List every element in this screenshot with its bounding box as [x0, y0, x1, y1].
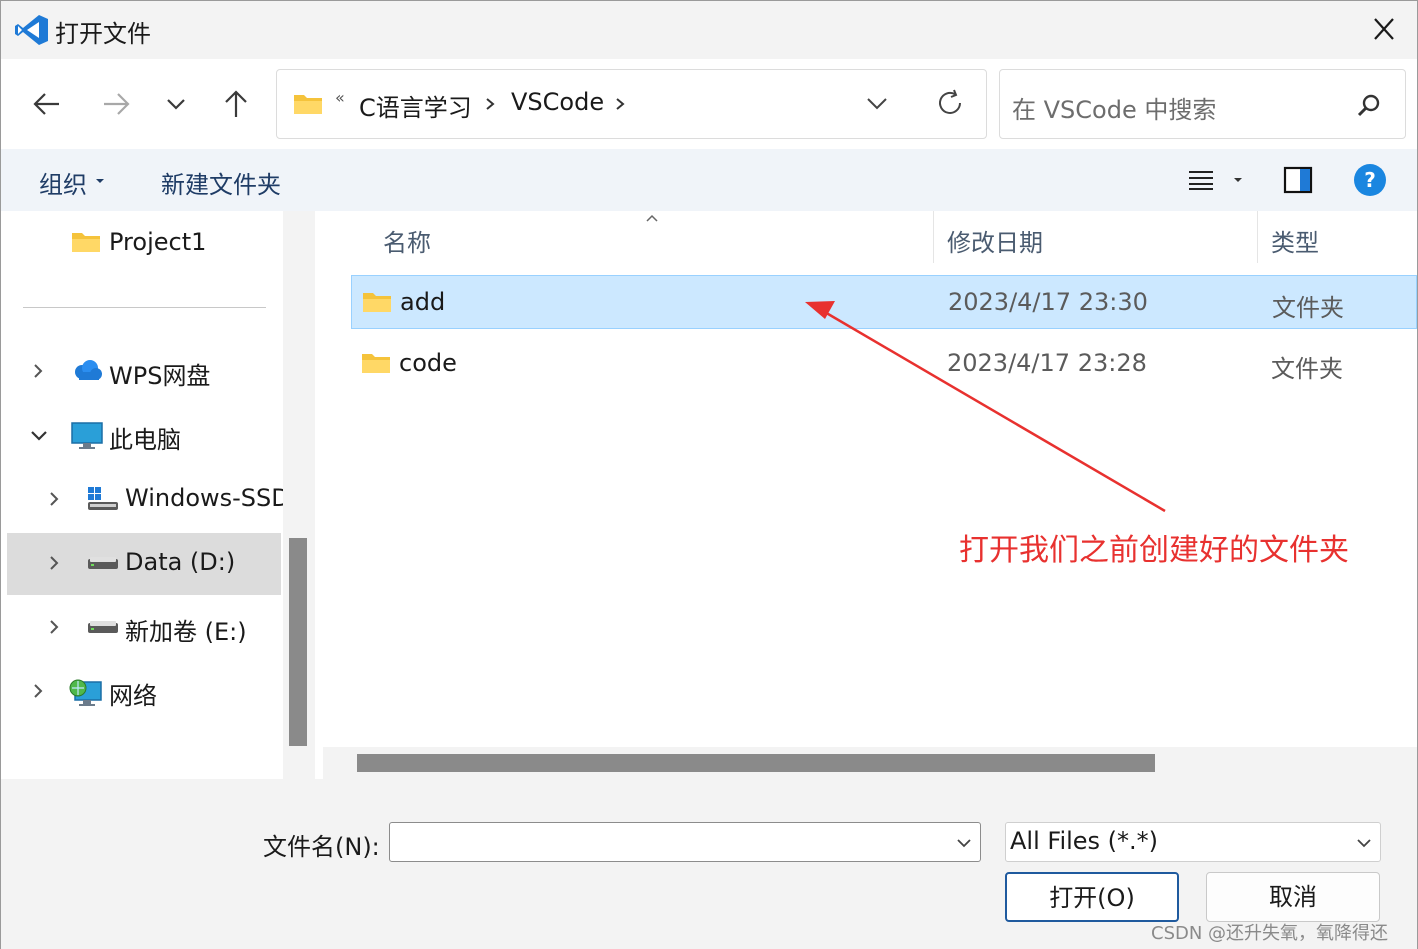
- file-type: 文件夹: [1272, 294, 1344, 322]
- chevron-right-icon[interactable]: [31, 679, 45, 703]
- help-icon[interactable]: ?: [1353, 163, 1387, 197]
- chevron-right-icon[interactable]: [47, 551, 61, 575]
- file-date: 2023/4/17 23:30: [948, 288, 1148, 316]
- sidebar-item-new-volume-e[interactable]: 新加卷 (E:): [7, 597, 281, 659]
- column-header-type[interactable]: 类型: [1271, 223, 1319, 258]
- new-folder-button[interactable]: 新建文件夹: [161, 165, 281, 200]
- view-list-icon[interactable]: [1187, 169, 1215, 191]
- file-date: 2023/4/17 23:28: [947, 349, 1147, 377]
- filename-label: 文件名(N):: [263, 833, 380, 861]
- file-row-add[interactable]: add 2023/4/17 23:30 文件夹: [351, 275, 1417, 329]
- chevron-right-icon[interactable]: [47, 615, 61, 639]
- sidebar-item-label: WPS网盘: [109, 362, 211, 390]
- sidebar-item-label: 此电脑: [109, 426, 181, 454]
- sidebar-item-data-d[interactable]: Data (D:): [7, 533, 281, 595]
- chevron-right-icon[interactable]: [613, 91, 627, 117]
- caret-down-icon[interactable]: [95, 177, 105, 185]
- sidebar-item-label: Project1: [109, 228, 207, 256]
- drive-icon: [88, 621, 118, 633]
- sidebar-item-wps-cloud[interactable]: WPS网盘: [7, 341, 281, 403]
- organize-button[interactable]: 组织: [39, 165, 87, 200]
- search-box[interactable]: 在 VSCode 中搜索: [999, 69, 1406, 139]
- computer-icon: [71, 422, 103, 449]
- file-name: add: [400, 288, 446, 316]
- file-type-filter[interactable]: All Files (*.*): [1005, 822, 1381, 862]
- file-type: 文件夹: [1271, 355, 1343, 383]
- open-file-dialog: 打开文件 « C语言学习 VSCode 在 VSCode 中搜索 组织 新建文件…: [0, 0, 1418, 949]
- sidebar-item-label: 网络: [109, 682, 157, 710]
- chevron-right-icon[interactable]: [47, 487, 61, 511]
- preview-pane-icon[interactable]: [1283, 166, 1313, 194]
- vscode-icon: [15, 15, 48, 45]
- svg-text:?: ?: [1364, 168, 1376, 192]
- command-bar: 组织 新建文件夹 ?: [1, 149, 1417, 211]
- column-header-name[interactable]: 名称: [383, 223, 431, 258]
- chevron-down-icon[interactable]: [29, 423, 49, 447]
- folder-icon: [294, 95, 322, 114]
- title-bar: 打开文件: [1, 1, 1417, 59]
- sidebar-item-this-pc[interactable]: 此电脑: [7, 405, 281, 467]
- search-input[interactable]: 在 VSCode 中搜索: [1012, 90, 1216, 125]
- sidebar-item-label: Data (D:): [125, 548, 236, 576]
- watermark: CSDN @还升失氧，氧降得还: [1151, 923, 1389, 944]
- caret-down-icon[interactable]: [1233, 176, 1243, 184]
- recent-locations-chevron-icon[interactable]: [159, 89, 193, 119]
- chevron-down-icon[interactable]: [865, 94, 889, 112]
- breadcrumb-item[interactable]: C语言学习: [359, 88, 472, 123]
- network-icon: [69, 679, 102, 706]
- divider: [23, 307, 266, 308]
- column-divider[interactable]: [933, 211, 934, 263]
- folder-icon: [362, 354, 390, 373]
- forward-arrow-icon[interactable]: [99, 89, 133, 119]
- filename-input[interactable]: [389, 822, 981, 862]
- chevron-down-icon[interactable]: [1356, 837, 1372, 849]
- sidebar-item-label: Windows-SSD: [125, 484, 283, 512]
- list-horizontal-scrollbar-thumb[interactable]: [357, 754, 1155, 772]
- sidebar-item-label: 新加卷 (E:): [125, 618, 247, 646]
- open-button[interactable]: 打开(O): [1005, 872, 1179, 922]
- column-header-date[interactable]: 修改日期: [947, 223, 1043, 258]
- chevron-right-icon[interactable]: [31, 359, 45, 383]
- back-arrow-icon[interactable]: [31, 89, 65, 119]
- sidebar-item-network[interactable]: 网络: [7, 661, 281, 723]
- up-arrow-icon[interactable]: [219, 89, 253, 119]
- sort-ascending-icon[interactable]: [645, 213, 659, 223]
- close-icon[interactable]: [1366, 15, 1402, 45]
- cancel-button[interactable]: 取消: [1206, 872, 1380, 922]
- breadcrumb-item[interactable]: VSCode: [511, 88, 604, 116]
- sidebar-item-project1[interactable]: Project1: [7, 213, 281, 275]
- drive-icon: [88, 557, 118, 569]
- cloud-icon: [75, 360, 102, 380]
- file-list[interactable]: 名称 修改日期 类型 add 2023/4/17 23:30 文件夹 code …: [315, 211, 1417, 779]
- file-type-filter-value: All Files (*.*): [1010, 827, 1159, 855]
- refresh-icon[interactable]: [935, 88, 965, 118]
- chevron-down-icon[interactable]: [956, 837, 972, 849]
- sidebar-item-windows-ssd[interactable]: Windows-SSD: [7, 469, 283, 531]
- navigation-bar: « C语言学习 VSCode 在 VSCode 中搜索: [1, 59, 1417, 149]
- search-icon[interactable]: [1355, 92, 1383, 120]
- tree-scrollbar-thumb[interactable]: [289, 538, 307, 746]
- breadcrumb-overflow[interactable]: «: [335, 88, 345, 107]
- address-bar[interactable]: « C语言学习 VSCode: [276, 69, 987, 139]
- navigation-pane[interactable]: Project1 WPS网盘 此电脑 Windows-SSD Data (D:)…: [1, 211, 283, 779]
- windows-drive-icon: [88, 487, 118, 510]
- annotation-text: 打开我们之前创建好的文件夹: [959, 533, 1349, 568]
- file-name: code: [399, 349, 457, 377]
- window-title: 打开文件: [55, 20, 151, 48]
- file-row-code[interactable]: code 2023/4/17 23:28 文件夹: [351, 337, 1417, 391]
- chevron-right-icon[interactable]: [483, 91, 497, 117]
- folder-icon: [72, 233, 100, 252]
- column-divider[interactable]: [1257, 211, 1258, 263]
- folder-icon: [363, 293, 391, 312]
